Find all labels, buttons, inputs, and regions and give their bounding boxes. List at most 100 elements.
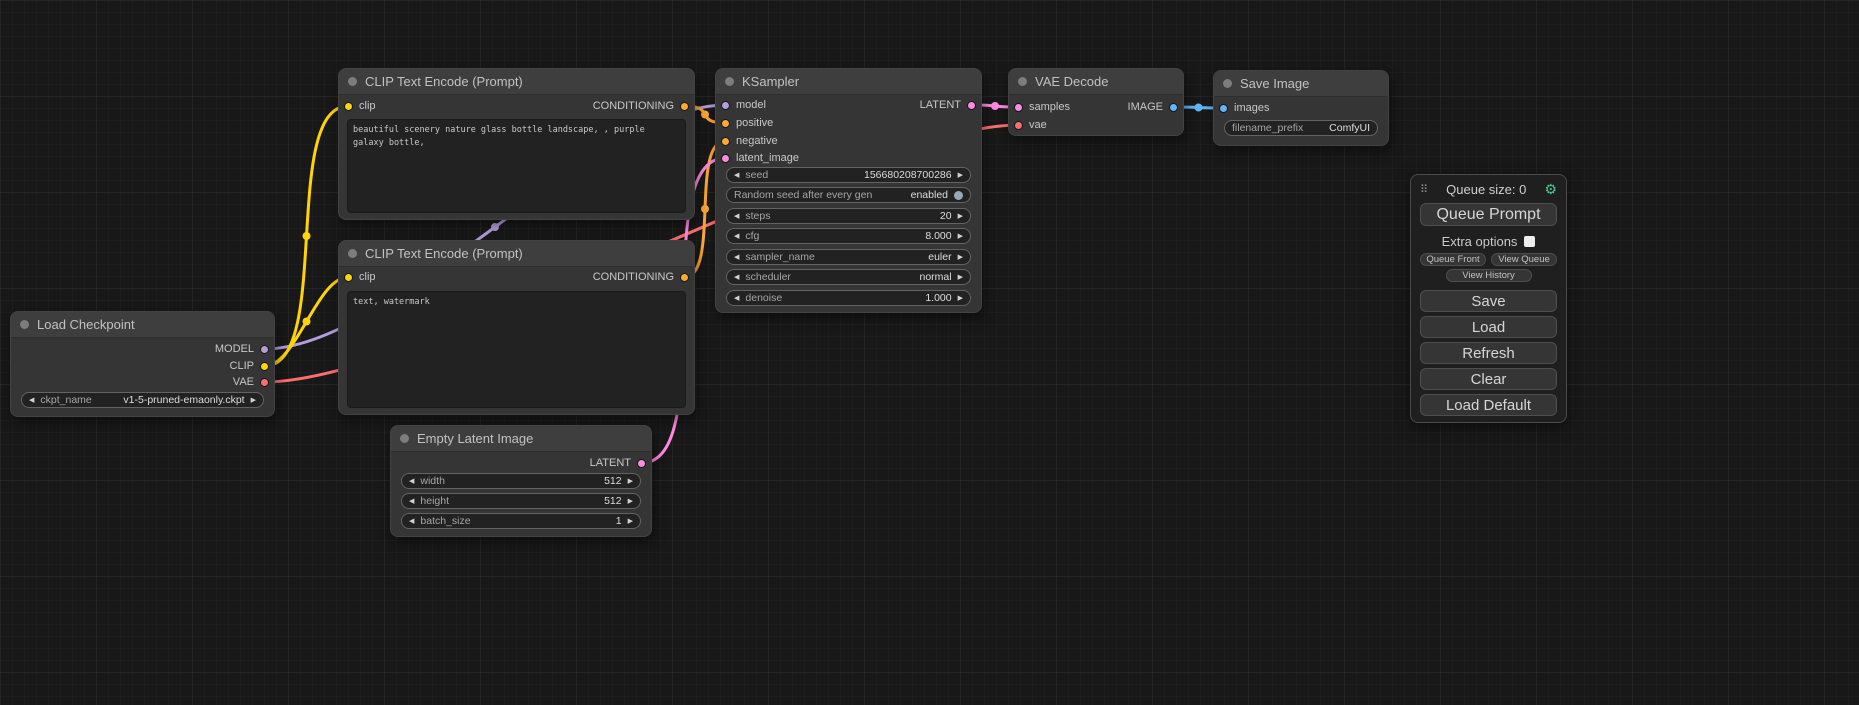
conditioning-output-port[interactable] <box>680 102 689 111</box>
latent-output-port[interactable] <box>967 101 976 110</box>
collapse-dot-icon[interactable] <box>348 249 357 258</box>
increment-arrow-icon[interactable]: ▶ <box>958 233 963 240</box>
queue-front-button[interactable]: Queue Front <box>1420 253 1486 266</box>
node-title-bar[interactable]: VAE Decode <box>1009 69 1183 95</box>
slot-label: VAE <box>233 376 254 388</box>
slot-label: IMAGE <box>1128 101 1163 113</box>
increment-arrow-icon[interactable]: ▶ <box>958 172 963 179</box>
workflow-actions: Save Load Refresh Clear Load Default <box>1420 290 1557 416</box>
increment-arrow-icon[interactable]: ▶ <box>958 213 963 220</box>
vae-output-port[interactable] <box>260 378 269 387</box>
next-arrow-icon[interactable]: ▶ <box>251 397 256 404</box>
model-input-port[interactable] <box>721 101 730 110</box>
node-clip-text-encode-positive[interactable]: CLIP Text Encode (Prompt) clip CONDITION… <box>338 68 695 220</box>
increment-arrow-icon[interactable]: ▶ <box>628 498 633 505</box>
latent-output-port[interactable] <box>637 459 646 468</box>
node-title-bar[interactable]: Load Checkpoint <box>11 312 274 338</box>
clip-input-port[interactable] <box>344 273 353 282</box>
decrement-arrow-icon[interactable]: ◀ <box>734 213 739 220</box>
collapse-dot-icon[interactable] <box>348 77 357 86</box>
decrement-arrow-icon[interactable]: ◀ <box>734 233 739 240</box>
widget-steps[interactable]: ◀ steps 20 ▶ <box>726 208 971 224</box>
widget-random-seed-toggle[interactable]: Random seed after every gen enabled <box>726 187 971 203</box>
prev-arrow-icon[interactable]: ◀ <box>734 254 739 261</box>
refresh-button[interactable]: Refresh <box>1420 342 1557 364</box>
collapse-dot-icon[interactable] <box>1018 77 1027 86</box>
vae-input-port[interactable] <box>1014 121 1023 130</box>
input-slot-samples: samples <box>1014 99 1070 115</box>
increment-arrow-icon[interactable]: ▶ <box>958 295 963 302</box>
widget-ckpt-name[interactable]: ◀ ckpt_name v1-5-pruned-emaonly.ckpt ▶ <box>21 392 264 408</box>
latent-image-input-port[interactable] <box>721 154 730 163</box>
node-title-bar[interactable]: CLIP Text Encode (Prompt) <box>339 69 694 95</box>
load-button[interactable]: Load <box>1420 316 1557 338</box>
queue-actions-row: Queue Front View Queue <box>1420 253 1557 266</box>
extra-options-checkbox[interactable] <box>1524 236 1535 247</box>
samples-input-port[interactable] <box>1014 103 1023 112</box>
node-load-checkpoint[interactable]: Load Checkpoint MODEL CLIP VAE ◀ ckpt_na… <box>10 311 275 417</box>
prev-arrow-icon[interactable]: ◀ <box>29 397 34 404</box>
node-title-bar[interactable]: Save Image <box>1214 71 1388 97</box>
node-clip-text-encode-negative[interactable]: CLIP Text Encode (Prompt) clip CONDITION… <box>338 240 695 415</box>
increment-arrow-icon[interactable]: ▶ <box>628 478 633 485</box>
decrement-arrow-icon[interactable]: ◀ <box>409 478 414 485</box>
widget-value: ComfyUI <box>1329 122 1370 134</box>
decrement-arrow-icon[interactable]: ◀ <box>409 498 414 505</box>
node-save-image[interactable]: Save Image images filename_prefix ComfyU… <box>1213 70 1389 146</box>
conditioning-output-port[interactable] <box>680 273 689 282</box>
slot-label: images <box>1234 102 1269 114</box>
node-title-bar[interactable]: KSampler <box>716 69 981 95</box>
widget-cfg[interactable]: ◀ cfg 8.000 ▶ <box>726 228 971 244</box>
widget-width[interactable]: ◀ width 512 ▶ <box>401 473 641 489</box>
output-slot-model: MODEL <box>215 341 269 357</box>
widget-seed[interactable]: ◀ seed 156680208700286 ▶ <box>726 167 971 183</box>
node-title-bar[interactable]: Empty Latent Image <box>391 426 651 452</box>
node-title: CLIP Text Encode (Prompt) <box>365 74 523 89</box>
load-default-button[interactable]: Load Default <box>1420 394 1557 416</box>
node-title-bar[interactable]: CLIP Text Encode (Prompt) <box>339 241 694 267</box>
clip-output-port[interactable] <box>260 362 269 371</box>
images-input-port[interactable] <box>1219 104 1228 113</box>
slot-label: CONDITIONING <box>593 100 674 112</box>
widget-sampler-name[interactable]: ◀ sampler_name euler ▶ <box>726 249 971 265</box>
decrement-arrow-icon[interactable]: ◀ <box>734 295 739 302</box>
model-output-port[interactable] <box>260 345 269 354</box>
widget-height[interactable]: ◀ height 512 ▶ <box>401 493 641 509</box>
widget-batch-size[interactable]: ◀ batch_size 1 ▶ <box>401 513 641 529</box>
node-vae-decode[interactable]: VAE Decode samples IMAGE vae <box>1008 68 1184 136</box>
negative-input-port[interactable] <box>721 137 730 146</box>
node-ksampler[interactable]: KSampler model LATENT positive negative … <box>715 68 982 313</box>
queue-prompt-button[interactable]: Queue Prompt <box>1420 203 1557 226</box>
widget-scheduler[interactable]: ◀ scheduler normal ▶ <box>726 269 971 285</box>
next-arrow-icon[interactable]: ▶ <box>958 254 963 261</box>
drag-handle-icon[interactable]: ⠿ <box>1420 183 1428 196</box>
positive-input-port[interactable] <box>721 119 730 128</box>
history-row: View History <box>1420 269 1557 282</box>
node-empty-latent-image[interactable]: Empty Latent Image LATENT ◀ width 512 ▶ … <box>390 425 652 537</box>
decrement-arrow-icon[interactable]: ◀ <box>734 172 739 179</box>
clear-button[interactable]: Clear <box>1420 368 1557 390</box>
increment-arrow-icon[interactable]: ▶ <box>628 518 633 525</box>
slot-label: latent_image <box>736 152 799 164</box>
widget-label: sampler_name <box>745 251 814 263</box>
next-arrow-icon[interactable]: ▶ <box>958 274 963 281</box>
widget-value: 512 <box>604 495 622 507</box>
settings-gear-icon[interactable]: ⚙ <box>1544 182 1557 196</box>
view-history-button[interactable]: View History <box>1446 269 1532 282</box>
widget-denoise[interactable]: ◀ denoise 1.000 ▶ <box>726 290 971 306</box>
image-output-port[interactable] <box>1169 103 1178 112</box>
slot-label: clip <box>359 100 376 112</box>
prev-arrow-icon[interactable]: ◀ <box>734 274 739 281</box>
prompt-textarea[interactable]: beautiful scenery nature glass bottle la… <box>347 119 686 213</box>
clip-input-port[interactable] <box>344 102 353 111</box>
collapse-dot-icon[interactable] <box>20 320 29 329</box>
prompt-textarea[interactable]: text, watermark <box>347 291 686 408</box>
widget-label: seed <box>745 169 768 181</box>
widget-filename-prefix[interactable]: filename_prefix ComfyUI <box>1224 120 1378 136</box>
collapse-dot-icon[interactable] <box>1223 79 1232 88</box>
view-queue-button[interactable]: View Queue <box>1491 253 1557 266</box>
collapse-dot-icon[interactable] <box>400 434 409 443</box>
collapse-dot-icon[interactable] <box>725 77 734 86</box>
save-button[interactable]: Save <box>1420 290 1557 312</box>
decrement-arrow-icon[interactable]: ◀ <box>409 518 414 525</box>
